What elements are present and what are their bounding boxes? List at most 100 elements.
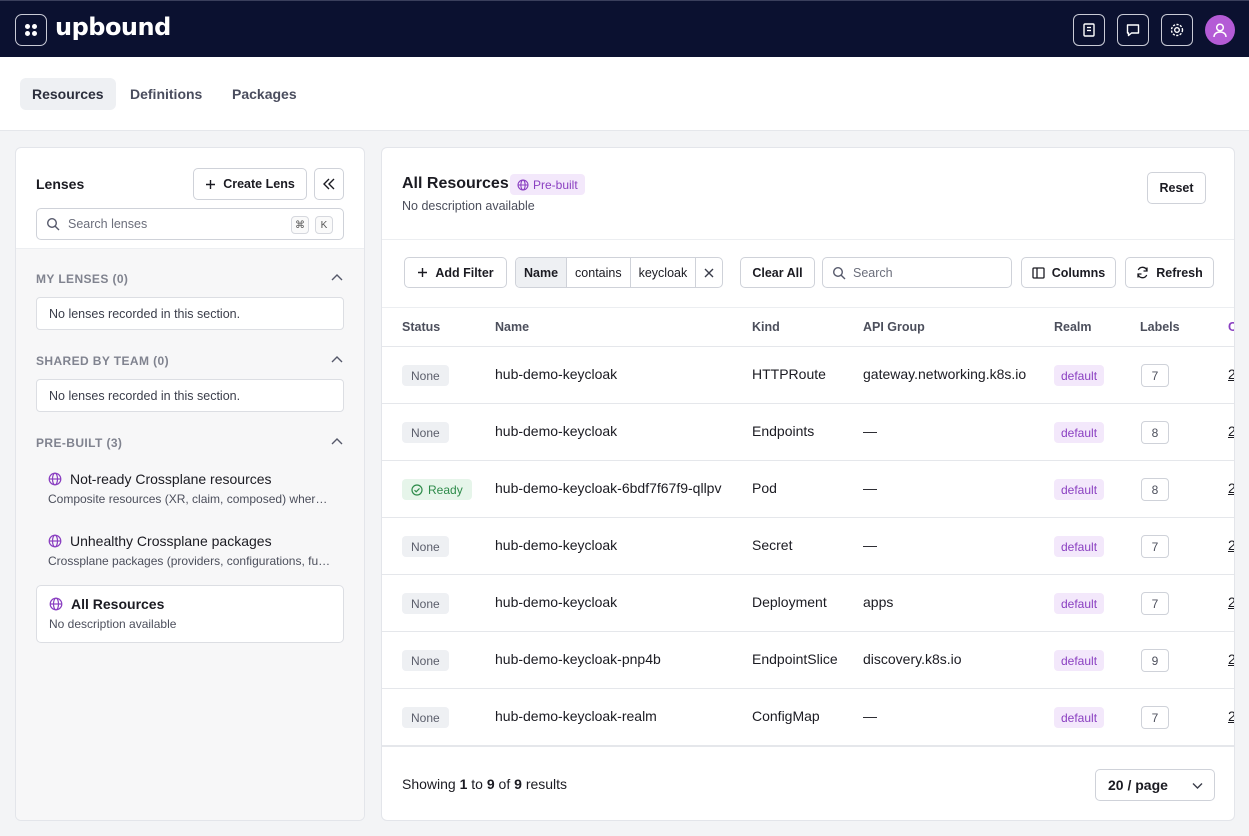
table-row[interactable]: Ready hub-demo-keycloak-6bdf7f67f9-qllpv P… xyxy=(382,461,1234,518)
user-avatar[interactable] xyxy=(1205,15,1235,45)
resource-kind: ConfigMap xyxy=(752,708,820,724)
tab-definitions[interactable]: Definitions xyxy=(118,78,214,110)
truncated-cell[interactable]: 2 xyxy=(1228,423,1234,439)
collapse-panel-button[interactable] xyxy=(314,168,344,200)
resource-name[interactable]: hub-demo-keycloak-pnp4b xyxy=(495,651,661,667)
resource-api-group: — xyxy=(863,423,877,439)
column-header-realm[interactable]: Realm xyxy=(1054,320,1092,334)
columns-icon xyxy=(1032,266,1045,279)
resource-api-group: apps xyxy=(863,594,894,610)
column-header-api-group[interactable]: API Group xyxy=(863,320,925,334)
filter-bar: Add Filter Name contains keycloak Clear … xyxy=(382,239,1234,307)
page-size-value: 20 / page xyxy=(1108,777,1168,793)
truncated-cell[interactable]: 2 xyxy=(1228,594,1234,610)
filter-field[interactable]: Name xyxy=(516,258,568,287)
labels-count[interactable]: 7 xyxy=(1141,535,1169,558)
truncated-cell[interactable]: 2 xyxy=(1228,651,1234,667)
resource-name[interactable]: hub-demo-keycloak-6bdf7f67f9-qllpv xyxy=(495,480,721,496)
truncated-cell[interactable]: 2 xyxy=(1228,708,1234,724)
resource-api-group: — xyxy=(863,480,877,496)
add-filter-button[interactable]: Add Filter xyxy=(404,257,507,288)
resource-kind: HTTPRoute xyxy=(752,366,826,382)
tab-packages[interactable]: Packages xyxy=(220,78,309,110)
resource-api-group: — xyxy=(863,537,877,553)
resource-name[interactable]: hub-demo-keycloak xyxy=(495,366,617,382)
column-header-truncated[interactable]: C xyxy=(1228,320,1234,334)
chevron-up-icon[interactable] xyxy=(331,273,343,281)
create-lens-button[interactable]: Create Lens xyxy=(193,168,307,200)
lens-item-desc: Crossplane packages (providers, configur… xyxy=(48,554,333,568)
table-row[interactable]: None hub-demo-keycloak Deployment apps defau… xyxy=(382,575,1234,632)
column-header-name[interactable]: Name xyxy=(495,320,529,334)
filter-operator[interactable]: contains xyxy=(567,258,631,287)
column-header-status[interactable]: Status xyxy=(402,320,440,334)
add-filter-label: Add Filter xyxy=(435,265,494,280)
columns-button[interactable]: Columns xyxy=(1021,257,1116,288)
resource-api-group: discovery.k8s.io xyxy=(863,651,962,667)
table-header: Status Name Kind API Group Realm Labels … xyxy=(382,307,1234,347)
resource-search-placeholder: Search xyxy=(853,265,893,280)
app-menu-button[interactable] xyxy=(15,14,47,46)
resource-name[interactable]: hub-demo-keycloak xyxy=(495,537,617,553)
status-label: None xyxy=(411,368,440,383)
table-row[interactable]: None hub-demo-keycloak Endpoints — default 8 2 xyxy=(382,404,1234,461)
docs-button[interactable] xyxy=(1073,14,1105,46)
globe-icon xyxy=(48,534,62,548)
reset-button[interactable]: Reset xyxy=(1147,172,1206,204)
column-header-kind[interactable]: Kind xyxy=(752,320,780,334)
page-description: No description available xyxy=(402,199,535,213)
lens-item-name: All Resources xyxy=(71,596,165,612)
section-my-lenses-title[interactable]: MY LENSES (0) xyxy=(36,272,128,286)
lens-item-name: Not-ready Crossplane resources xyxy=(70,471,272,487)
lens-item-name: Unhealthy Crossplane packages xyxy=(70,533,272,549)
truncated-cell[interactable]: 2 xyxy=(1228,537,1234,553)
resource-search-input[interactable]: Search xyxy=(822,257,1012,288)
remove-filter-button[interactable] xyxy=(696,258,722,287)
settings-button[interactable] xyxy=(1161,14,1193,46)
feedback-button[interactable] xyxy=(1117,14,1149,46)
labels-count[interactable]: 7 xyxy=(1141,364,1169,387)
resource-name[interactable]: hub-demo-keycloak xyxy=(495,594,617,610)
lens-search-input[interactable]: Search lenses ⌘ K xyxy=(36,208,344,240)
chevron-up-icon[interactable] xyxy=(331,437,343,445)
labels-count[interactable]: 7 xyxy=(1141,592,1169,615)
table-row[interactable]: None hub-demo-keycloak-realm ConfigMap — def… xyxy=(382,689,1234,746)
page-size-select[interactable]: 20 / page xyxy=(1095,769,1215,801)
close-icon xyxy=(704,268,714,277)
labels-count[interactable]: 8 xyxy=(1141,421,1169,444)
grid-icon xyxy=(25,24,37,36)
lens-item-all-resources[interactable]: All Resources No description available xyxy=(36,585,344,643)
table-row[interactable]: None hub-demo-keycloak-pnp4b EndpointSlice… xyxy=(382,632,1234,689)
filter-chip[interactable]: Name contains keycloak xyxy=(515,257,724,288)
table-row[interactable]: None hub-demo-keycloak HTTPRoute gateway.ne… xyxy=(382,347,1234,404)
truncated-cell[interactable]: 2 xyxy=(1228,480,1234,496)
section-shared-title[interactable]: SHARED BY TEAM (0) xyxy=(36,354,169,368)
filter-value[interactable]: keycloak xyxy=(631,258,697,287)
lens-item-header: All Resources xyxy=(49,594,331,614)
refresh-label: Refresh xyxy=(1156,265,1203,280)
of-label: of xyxy=(498,776,511,792)
truncated-cell[interactable]: 2 xyxy=(1228,366,1234,382)
page-title: All Resources xyxy=(402,175,509,192)
labels-count[interactable]: 9 xyxy=(1141,649,1169,672)
labels-count[interactable]: 7 xyxy=(1141,706,1169,729)
tab-resources[interactable]: Resources xyxy=(20,78,116,110)
column-header-labels[interactable]: Labels xyxy=(1140,320,1180,334)
resource-api-group: gateway.networking.k8s.io xyxy=(863,366,1027,382)
results-label: results xyxy=(525,776,568,792)
lens-item-not-ready[interactable]: Not-ready Crossplane resources Composite… xyxy=(36,461,344,519)
top-bar: upbound xyxy=(0,0,1249,57)
upbound-logo[interactable]: upbound xyxy=(55,13,171,41)
lenses-panel: Lenses Create Lens Search lenses ⌘ K MY … xyxy=(15,147,365,821)
lens-item-unhealthy[interactable]: Unhealthy Crossplane packages Crossplane… xyxy=(36,523,344,581)
range-start: 1 xyxy=(459,776,468,792)
refresh-button[interactable]: Refresh xyxy=(1125,257,1214,288)
resource-name[interactable]: hub-demo-keycloak xyxy=(495,423,617,439)
section-prebuilt-title[interactable]: PRE-BUILT (3) xyxy=(36,436,122,450)
table-row[interactable]: None hub-demo-keycloak Secret — default 7 2 xyxy=(382,518,1234,575)
resource-name[interactable]: hub-demo-keycloak-realm xyxy=(495,708,657,724)
chevron-up-icon[interactable] xyxy=(331,355,343,363)
labels-count[interactable]: 8 xyxy=(1141,478,1169,501)
clear-all-button[interactable]: Clear All xyxy=(740,257,815,288)
my-lenses-empty: No lenses recorded in this section. xyxy=(36,297,344,330)
